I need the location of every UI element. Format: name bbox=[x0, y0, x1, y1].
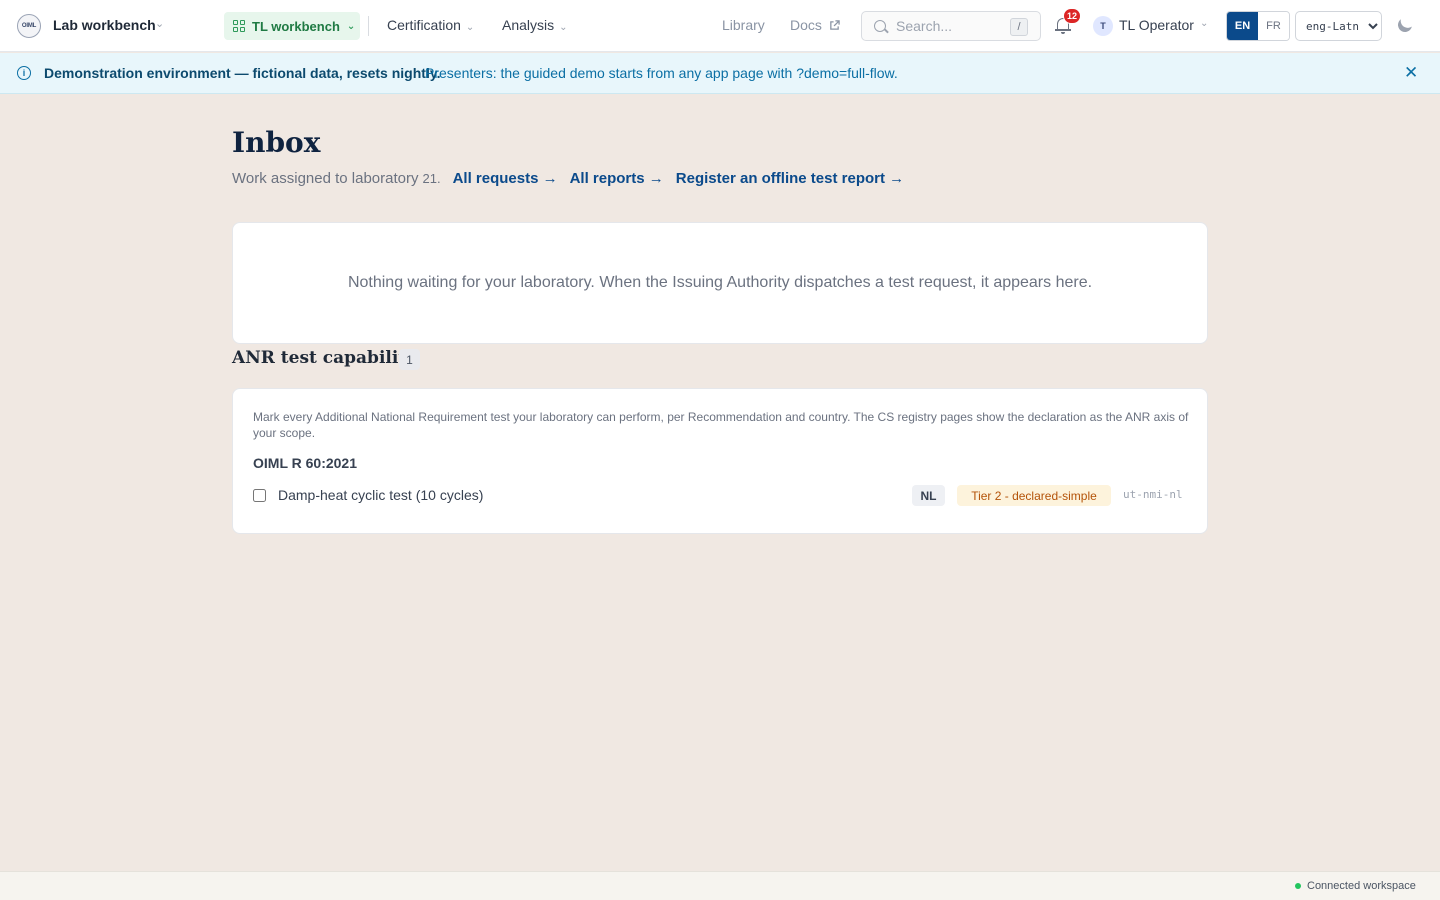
notification-badge: 12 bbox=[1063, 8, 1081, 24]
banner-message: Presenters: the guided demo starts from … bbox=[425, 65, 898, 81]
menu-certification[interactable]: Certification ⌄ bbox=[387, 17, 474, 33]
menu-label: Analysis bbox=[502, 17, 555, 33]
country-badge: NL bbox=[912, 485, 945, 506]
workspace-label: TL workbench bbox=[252, 18, 340, 34]
logo-icon[interactable]: OIML bbox=[17, 14, 41, 38]
top-navigation: OIML Lab workbench ⌄ TL workbench ⌄ Cert… bbox=[0, 0, 1440, 52]
logo-text: OIML bbox=[21, 23, 37, 29]
test-label[interactable]: Damp-heat cyclic test (10 cycles) bbox=[278, 487, 483, 503]
chevron-down-icon: ⌄ bbox=[465, 22, 475, 33]
page-title: Inbox bbox=[232, 126, 321, 159]
banner-title: Demonstration environment — fictional da… bbox=[44, 65, 441, 81]
page-subtitle: Work assigned to laboratory 21. All requ… bbox=[232, 170, 904, 187]
search-shortcut: / bbox=[1010, 18, 1028, 36]
test-checkbox[interactable] bbox=[253, 489, 266, 502]
search-input[interactable]: Search... / bbox=[861, 11, 1041, 41]
empty-message: Nothing waiting for your laboratory. Whe… bbox=[347, 274, 1093, 291]
anr-capability-card: Mark every Additional National Requireme… bbox=[232, 388, 1208, 534]
workspace-switcher[interactable]: TL workbench ⌄ bbox=[224, 12, 360, 40]
section-title: ANR test capability bbox=[232, 348, 417, 368]
tier-badge: Tier 2 - declared-simple bbox=[957, 485, 1111, 506]
chevron-down-icon[interactable]: ⌄ bbox=[1200, 18, 1208, 29]
recommendation-title: OIML R 60:2021 bbox=[253, 455, 358, 471]
chevron-down-icon[interactable]: ⌄ bbox=[155, 17, 164, 30]
test-code: ut-nmi-nl bbox=[1123, 488, 1183, 501]
grid-icon bbox=[233, 20, 245, 32]
lang-fr-button[interactable]: FR bbox=[1258, 12, 1289, 40]
menu-analysis[interactable]: Analysis ⌄ bbox=[502, 17, 568, 33]
empty-inbox-card: Nothing waiting for your laboratory. Whe… bbox=[232, 222, 1208, 344]
divider bbox=[368, 16, 369, 36]
script-select[interactable]: eng-Latn bbox=[1295, 11, 1382, 41]
external-link-icon bbox=[829, 20, 840, 30]
all-reports-link[interactable]: All reports → bbox=[570, 170, 664, 187]
count-badge: 1 bbox=[399, 349, 420, 370]
app-name[interactable]: Lab workbench bbox=[53, 17, 156, 33]
lang-en-button[interactable]: EN bbox=[1227, 12, 1258, 40]
status-dot bbox=[1295, 883, 1301, 889]
search-placeholder: Search... bbox=[896, 18, 953, 34]
demo-banner: i Demonstration environment — fictional … bbox=[0, 53, 1440, 94]
library-link[interactable]: Library bbox=[722, 17, 765, 33]
all-requests-link[interactable]: All requests → bbox=[453, 170, 558, 187]
chevron-down-icon: ⌄ bbox=[346, 20, 356, 32]
moon-icon[interactable] bbox=[1396, 16, 1414, 34]
status-text: Connected workspace bbox=[1307, 880, 1416, 892]
close-icon[interactable]: ✕ bbox=[1404, 63, 1418, 83]
lab-number: 21. bbox=[422, 171, 441, 186]
docs-label: Docs bbox=[790, 17, 822, 33]
menu-label: Certification bbox=[387, 17, 461, 33]
search-icon bbox=[874, 20, 886, 32]
language-toggle: EN FR bbox=[1226, 11, 1290, 41]
user-menu[interactable]: TL Operator bbox=[1119, 17, 1194, 33]
docs-link[interactable]: Docs bbox=[790, 17, 840, 33]
anr-description: Mark every Additional National Requireme… bbox=[253, 410, 1189, 440]
chevron-down-icon: ⌄ bbox=[559, 22, 568, 33]
info-icon: i bbox=[17, 66, 31, 80]
status-footer: Connected workspace bbox=[0, 871, 1440, 900]
register-offline-report-link[interactable]: Register an offline test report → bbox=[676, 170, 904, 187]
subtitle-text: Work assigned to laboratory bbox=[232, 170, 419, 187]
avatar[interactable]: T bbox=[1093, 16, 1113, 36]
